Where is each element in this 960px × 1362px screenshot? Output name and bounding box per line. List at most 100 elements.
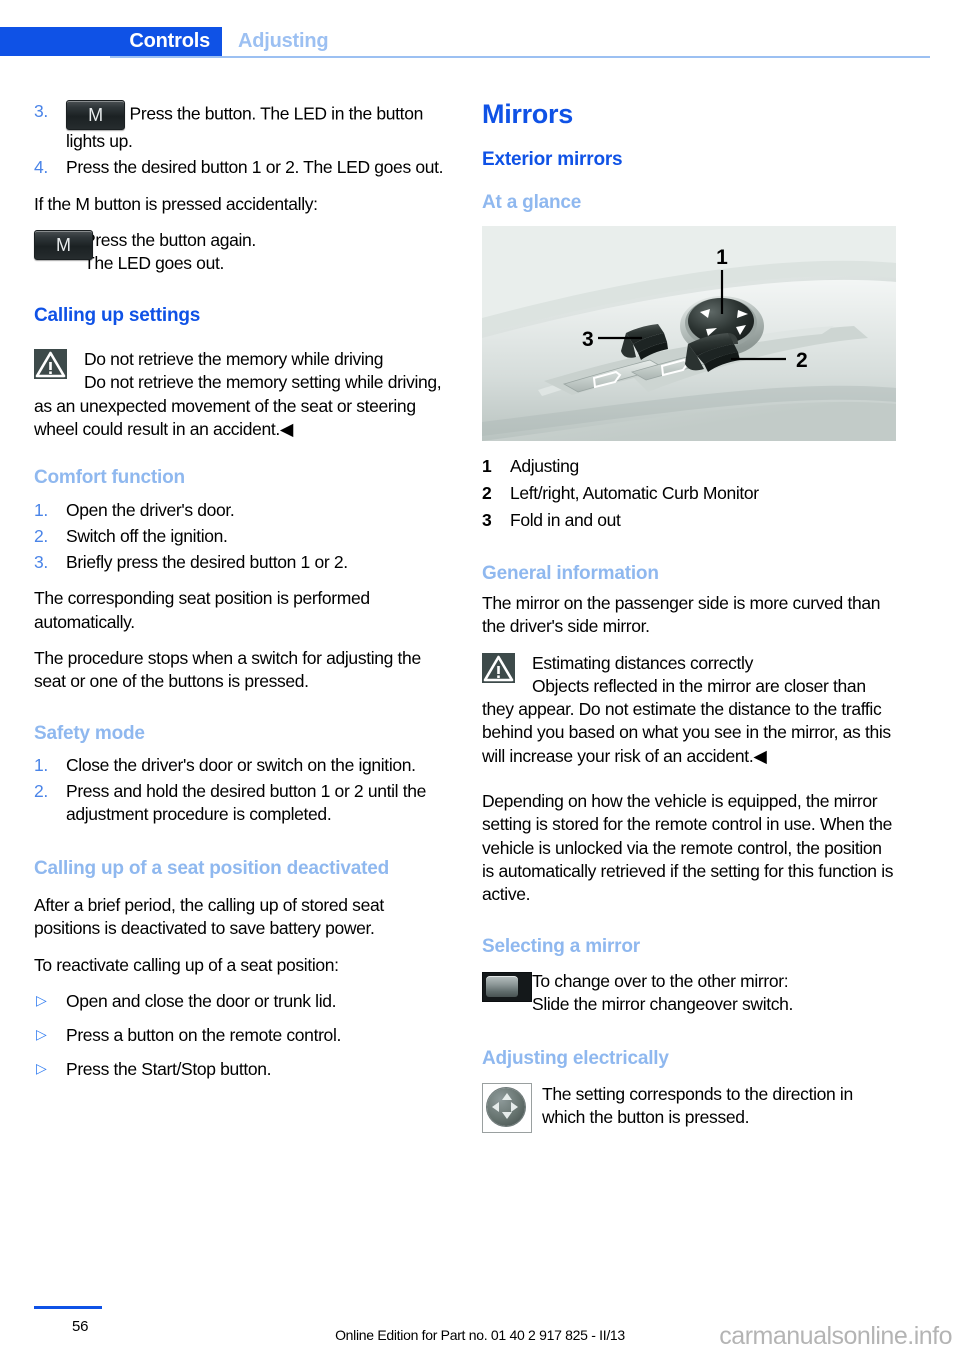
comfort-function-para-2: The procedure stops when a switch for ad… bbox=[34, 647, 421, 692]
memory-steps-continued: 3. Press the button. The LED in the butt… bbox=[34, 100, 450, 180]
section-heading-calling-up-settings: Calling up settings bbox=[34, 305, 201, 327]
m-button-icon bbox=[66, 100, 125, 130]
warning-body: Do not retrieve the memory setting while… bbox=[34, 372, 442, 439]
legend-text: Fold in and out bbox=[510, 510, 621, 531]
accidental-press-line-2: The LED goes out. bbox=[84, 253, 224, 274]
section-heading-adjusting-electrically: Adjusting electrically bbox=[482, 1048, 669, 1070]
section-heading-comfort-function: Comfort function bbox=[34, 467, 185, 489]
list-item: 1. Close the driver's door or switch on … bbox=[34, 754, 450, 777]
list-marker: 2. bbox=[34, 525, 48, 546]
section-heading-general-information: General information bbox=[482, 562, 659, 584]
list-item-text: Briefly press the desired button 1 or 2. bbox=[66, 552, 348, 573]
list-item: 3. Briefly press the desired button 1 or… bbox=[34, 551, 450, 574]
m-button-icon bbox=[34, 229, 93, 260]
legend-marker: 1 bbox=[482, 455, 492, 476]
list-marker: 2. bbox=[34, 781, 48, 802]
list-marker: 1. bbox=[34, 499, 48, 520]
list-item: 3 Fold in and out bbox=[482, 509, 898, 532]
section-heading-exterior-mirrors: Exterior mirrors bbox=[482, 148, 623, 170]
general-info-para-1: The mirror on the passenger side is more… bbox=[482, 593, 881, 637]
list-item: 1 Adjusting bbox=[482, 455, 898, 478]
header-divider bbox=[110, 56, 930, 58]
section-heading-seat-position-deactivated: Calling up of a seat position deactivate… bbox=[34, 857, 389, 879]
breadcrumb-tab-controls[interactable]: Controls bbox=[0, 27, 222, 56]
safety-mode-steps: 1. Close the driver's door or switch on … bbox=[34, 754, 450, 827]
door-control-panel-illustration: 1 2 3 bbox=[482, 225, 896, 441]
section-heading-selecting-a-mirror: Selecting a mirror bbox=[482, 936, 640, 958]
arrow-up-icon bbox=[502, 1092, 512, 1100]
warning-block-distances: Estimating distances correctly Objects r… bbox=[482, 652, 898, 768]
list-item: ▷ Press the Start/Stop button. bbox=[34, 1058, 450, 1081]
list-item-text: Press and hold the desired button 1 or 2… bbox=[66, 781, 426, 825]
list-item-text: Press a button on the remote control. bbox=[66, 1025, 341, 1046]
section-heading-safety-mode: Safety mode bbox=[34, 722, 145, 744]
list-item: 2 Left/right, Automatic Curb Monitor bbox=[482, 482, 898, 505]
footer-divider bbox=[34, 1306, 102, 1309]
list-item-text: Close the driver's door or switch on the… bbox=[66, 754, 416, 775]
edition-notice: Online Edition for Part no. 01 40 2 917 … bbox=[335, 1327, 625, 1343]
right-column: Mirrors Exterior mirrors At a glance 1 2… bbox=[482, 99, 898, 1142]
warning-text-distances: Estimating distances correctly Objects r… bbox=[482, 652, 898, 768]
breadcrumb-tab-controls-label: Controls bbox=[129, 30, 210, 52]
accidental-press-line-1: Press the button again. bbox=[84, 229, 256, 250]
legend-text: Adjusting bbox=[510, 455, 579, 476]
general-info-para-2: Depending on how the vehicle is equipped… bbox=[482, 791, 894, 905]
list-item-text: Open and close the door or trunk lid. bbox=[66, 990, 337, 1011]
list-item: 2. Press and hold the desired button 1 o… bbox=[34, 780, 450, 827]
arrow-down-icon bbox=[502, 1111, 512, 1119]
site-watermark: carmanualsonline.info bbox=[719, 1322, 952, 1350]
reactivate-bullets: ▷ Open and close the door or trunk lid. … bbox=[34, 990, 450, 1082]
svg-text:1: 1 bbox=[716, 246, 728, 269]
breadcrumb-tab-adjusting-label: Adjusting bbox=[238, 30, 329, 52]
list-item-text: Open the driver's door. bbox=[66, 499, 235, 520]
list-item: 1. Open the driver's door. bbox=[34, 499, 450, 522]
warning-triangle-icon bbox=[34, 349, 67, 380]
mirror-changeover-switch-icon bbox=[482, 971, 532, 1002]
figure-legend: 1 Adjusting 2 Left/right, Automatic Curb… bbox=[482, 455, 898, 533]
four-way-joystick-icon bbox=[482, 1082, 532, 1133]
warning-block-memory: Do not retrieve the memory while driving… bbox=[34, 348, 450, 441]
seat-position-para-2: To reactivate calling up of a seat posit… bbox=[34, 954, 339, 975]
adjusting-electrically-text: The setting corresponds to the direction… bbox=[482, 1083, 898, 1130]
list-item: ▷ Press a button on the remote control. bbox=[34, 1024, 450, 1047]
list-marker: 1. bbox=[34, 754, 48, 775]
seat-position-para-1: After a brief period, the calling up of … bbox=[34, 895, 384, 939]
list-marker: 4. bbox=[34, 157, 48, 178]
list-marker: 3. bbox=[34, 552, 48, 573]
accidental-press-block: Press the button again. The LED goes out… bbox=[34, 229, 450, 276]
selecting-mirror-text: To change over to the other mirror: Slid… bbox=[482, 970, 898, 1017]
page-title: Mirrors bbox=[482, 99, 573, 129]
triangle-bullet-icon: ▷ bbox=[36, 1026, 47, 1043]
selecting-mirror-line-1: To change over to the other mirror: bbox=[532, 970, 789, 991]
page-header: Controls Adjusting bbox=[0, 0, 960, 62]
warning-triangle-icon bbox=[482, 652, 515, 683]
svg-text:2: 2 bbox=[796, 349, 808, 372]
list-marker: 3. bbox=[34, 101, 48, 121]
triangle-bullet-icon: ▷ bbox=[36, 1060, 47, 1077]
left-column: 3. Press the button. The LED in the butt… bbox=[34, 100, 450, 1095]
list-item-text: Press the Start/Stop button. bbox=[66, 1059, 272, 1080]
switch-pad bbox=[486, 975, 518, 997]
list-item: 3. Press the button. The LED in the butt… bbox=[34, 100, 450, 153]
accidental-press-text: Press the button again. The LED goes out… bbox=[34, 229, 450, 276]
legend-marker: 3 bbox=[482, 510, 492, 531]
section-heading-at-a-glance: At a glance bbox=[482, 191, 582, 213]
warning-text-memory: Do not retrieve the memory while driving… bbox=[34, 348, 450, 441]
comfort-function-para-1: The corresponding seat position is perfo… bbox=[34, 588, 370, 632]
selecting-mirror-block: To change over to the other mirror: Slid… bbox=[482, 970, 898, 1017]
breadcrumb-tab-adjusting[interactable]: Adjusting bbox=[238, 30, 329, 53]
list-item: 4. Press the desired button 1 or 2. The … bbox=[34, 156, 450, 179]
accidental-press-intro: If the M button is pressed accidentally: bbox=[34, 193, 318, 214]
list-item: ▷ Open and close the door or trunk lid. bbox=[34, 990, 450, 1013]
legend-marker: 2 bbox=[482, 483, 492, 504]
list-item: 2. Switch off the ignition. bbox=[34, 525, 450, 548]
comfort-function-steps: 1. Open the driver's door. 2. Switch off… bbox=[34, 499, 450, 575]
triangle-bullet-icon: ▷ bbox=[36, 991, 47, 1008]
list-item-text: Switch off the ignition. bbox=[66, 525, 228, 546]
warning-title: Estimating distances correctly bbox=[532, 652, 753, 673]
selecting-mirror-line-2: Slide the mirror changeover switch. bbox=[532, 994, 794, 1014]
arrow-left-icon bbox=[492, 1101, 499, 1112]
svg-text:3: 3 bbox=[582, 328, 594, 351]
list-item-text: Press the desired button 1 or 2. The LED… bbox=[66, 157, 444, 178]
warning-body: Objects reflected in the mirror are clos… bbox=[482, 675, 891, 766]
